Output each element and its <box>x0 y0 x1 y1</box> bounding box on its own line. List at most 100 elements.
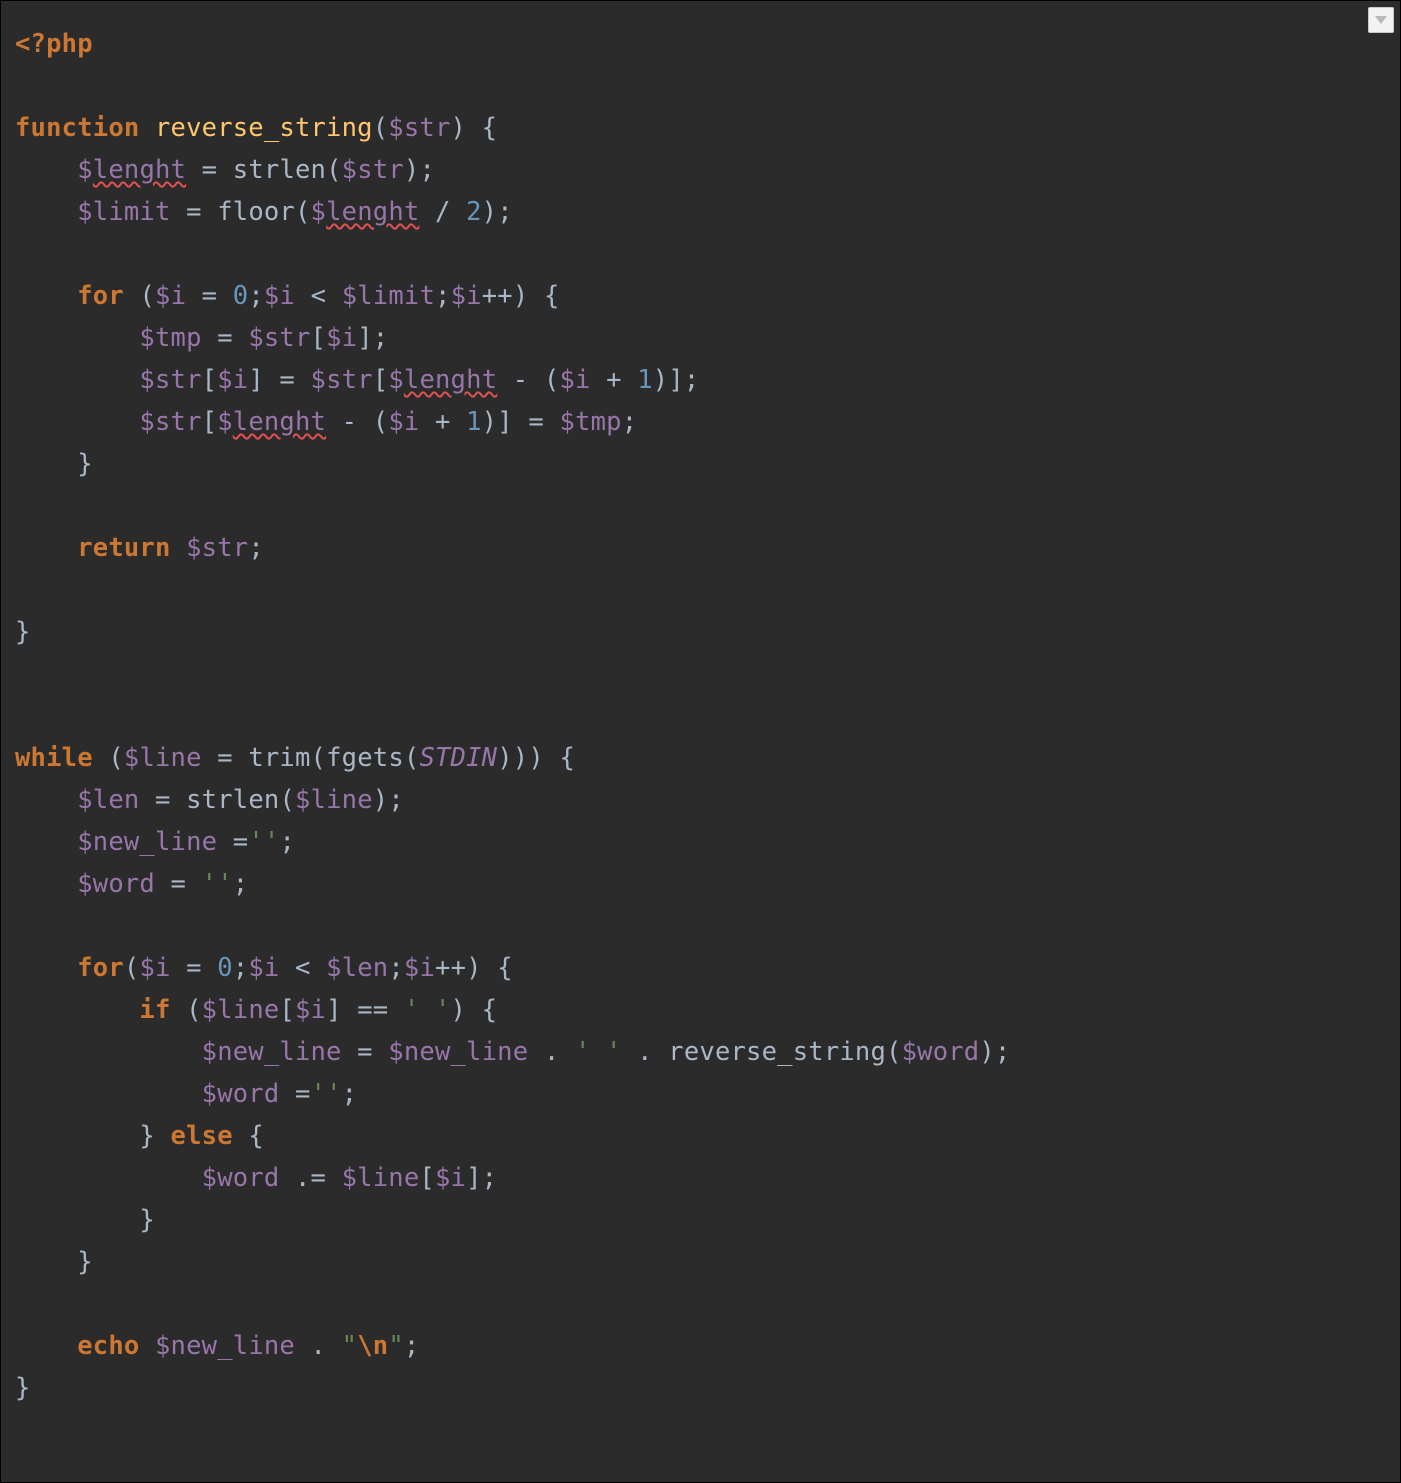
var-tmp: $tmp <box>559 407 621 437</box>
var-str: $str <box>248 323 310 353</box>
paren-close: ) <box>653 365 669 395</box>
var-str: $str <box>139 407 201 437</box>
op-minus: - <box>497 365 544 395</box>
str-space: ' ' <box>404 995 451 1025</box>
op-assign: = <box>139 785 186 815</box>
var-len: $len <box>77 785 139 815</box>
var-i: $i <box>139 953 170 983</box>
semicolon: ; <box>279 827 295 857</box>
semicolon: ; <box>233 953 249 983</box>
var-str: $str <box>342 155 404 185</box>
semicolon: ; <box>684 365 700 395</box>
semicolon: ; <box>342 1079 358 1109</box>
paren-open: ( <box>295 197 311 227</box>
op-lt: < <box>295 281 342 311</box>
code-content[interactable]: <?php function reverse_string($str) { $l… <box>1 1 1400 1409</box>
brace-close: } <box>139 1205 155 1235</box>
var-i: $i <box>217 365 248 395</box>
semicolon: ; <box>419 155 435 185</box>
paren-close: ) <box>513 743 529 773</box>
brace-open: { <box>497 953 513 983</box>
keyword-else: else <box>171 1121 233 1151</box>
paren-close: ) <box>979 1037 995 1067</box>
var-str: $str <box>139 365 201 395</box>
var-str: $str <box>311 365 373 395</box>
op-assign: = <box>186 281 233 311</box>
semicolon: ; <box>373 323 389 353</box>
paren-open: ( <box>404 743 420 773</box>
keyword-for: for <box>77 281 124 311</box>
str-nl-open: " <box>342 1331 358 1361</box>
var-line: $line <box>295 785 373 815</box>
semicolon: ; <box>435 281 451 311</box>
semicolon: ; <box>482 1163 498 1193</box>
paren-open: ( <box>311 743 327 773</box>
bracket-open: [ <box>311 323 327 353</box>
op-concat: . <box>528 1037 575 1067</box>
num-0: 0 <box>233 281 249 311</box>
var-line: $line <box>124 743 202 773</box>
op-inc: ++ <box>435 953 466 983</box>
op-assign: = <box>264 365 311 395</box>
str-empty: '' <box>311 1079 342 1109</box>
brace-close: } <box>77 449 93 479</box>
bracket-open: [ <box>202 407 218 437</box>
code-editor-pane[interactable]: <?php function reverse_string($str) { $l… <box>0 0 1401 1483</box>
paren-open: ( <box>139 281 155 311</box>
var-lenght-prefix: $ <box>388 365 404 395</box>
var-str: $str <box>388 113 450 143</box>
var-lenght-prefix: $ <box>217 407 233 437</box>
op-concat: . <box>295 1331 342 1361</box>
var-line: $line <box>202 995 280 1025</box>
paren-close: ) <box>528 743 544 773</box>
var-i: $i <box>248 953 279 983</box>
call-floor: floor <box>217 197 295 227</box>
var-i: $i <box>326 323 357 353</box>
semicolon: ; <box>622 407 638 437</box>
brace-open: { <box>482 113 498 143</box>
semicolon: ; <box>404 1331 420 1361</box>
var-i: $i <box>559 365 590 395</box>
brace-close: } <box>139 1121 155 1151</box>
paren-close: ) <box>451 995 467 1025</box>
var-new-line: $new_line <box>202 1037 342 1067</box>
call-strlen: strlen <box>233 155 326 185</box>
var-tmp: $tmp <box>139 323 201 353</box>
keyword-if: if <box>139 995 170 1025</box>
var-new-line: $new_line <box>77 827 217 857</box>
num-2: 2 <box>466 197 482 227</box>
op-assign: = <box>513 407 560 437</box>
var-i: $i <box>435 1163 466 1193</box>
bracket-open: [ <box>373 365 389 395</box>
op-lt: < <box>279 953 326 983</box>
paren-close: ) <box>482 407 498 437</box>
str-nl-close: " <box>388 1331 404 1361</box>
var-word: $word <box>202 1079 280 1109</box>
var-lenght-prefix: $ <box>77 155 93 185</box>
str-nl-escape: \n <box>357 1331 388 1361</box>
keyword-function: function <box>15 113 139 143</box>
var-lenght-misspell: lenght <box>233 407 326 437</box>
num-0: 0 <box>217 953 233 983</box>
op-concat-eq: .= <box>279 1163 341 1193</box>
brace-open: { <box>248 1121 264 1151</box>
dropdown-button[interactable] <box>1368 7 1394 33</box>
bracket-close: ] <box>466 1163 482 1193</box>
paren-close: ) <box>466 953 482 983</box>
bracket-open: [ <box>279 995 295 1025</box>
str-space: ' ' <box>575 1037 622 1067</box>
var-i: $i <box>388 407 419 437</box>
var-line: $line <box>342 1163 420 1193</box>
bracket-close: ] <box>668 365 684 395</box>
bracket-close: ] <box>326 995 342 1025</box>
paren-open: ( <box>186 995 202 1025</box>
bracket-open: [ <box>419 1163 435 1193</box>
var-new-line: $new_line <box>155 1331 295 1361</box>
function-name: reverse_string <box>155 113 373 143</box>
keyword-return: return <box>77 533 170 563</box>
brace-open: { <box>482 995 498 1025</box>
keyword-echo: echo <box>77 1331 139 1361</box>
op-plus: + <box>591 365 638 395</box>
semicolon: ; <box>995 1037 1011 1067</box>
call-trim: trim <box>248 743 310 773</box>
